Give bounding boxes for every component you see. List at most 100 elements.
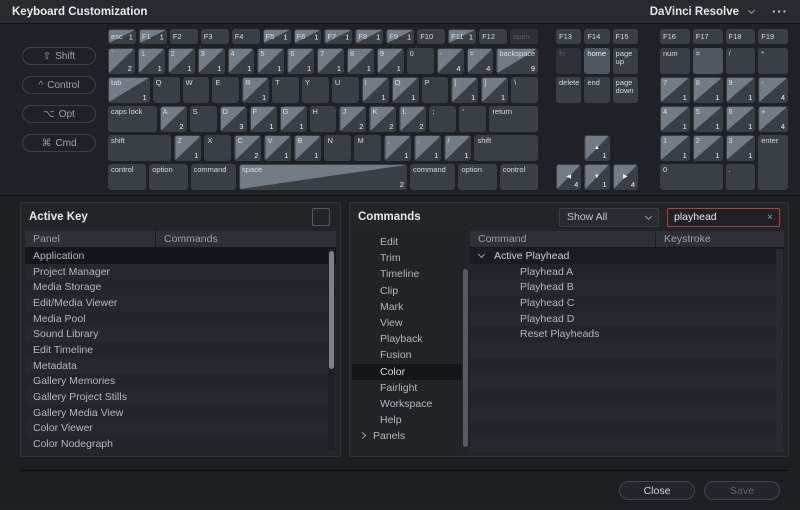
key-period[interactable]: .1 [414,135,442,161]
key-f3[interactable]: F3 [200,29,229,44]
key-f10[interactable]: F10 [417,29,446,44]
key-9[interactable]: 91 [376,48,404,74]
chevron-down-icon[interactable] [747,6,756,15]
command-row[interactable]: Playhead C [470,295,784,311]
key-quote[interactable]: ' [459,106,487,132]
key-6[interactable]: 61 [287,48,315,74]
key-f1[interactable]: F1 1 [138,29,167,44]
scrollbar-thumb[interactable] [329,251,334,369]
table-row[interactable]: Gallery Memories [25,373,336,390]
key-numpad-minus[interactable]: -4 [758,77,788,103]
category-item-trim[interactable]: Trim [352,250,462,266]
key-numpad-8[interactable]: 81 [692,77,723,103]
table-row[interactable]: Application [25,248,336,264]
key-numpad-7[interactable]: 71 [660,77,690,103]
category-item-color[interactable]: Color [352,363,462,380]
key-control-right[interactable]: control [499,164,538,190]
category-item-playback[interactable]: Playback [352,331,462,347]
key-f14[interactable]: F14 [584,29,610,44]
key-y[interactable]: Y [302,77,329,103]
key-f11[interactable]: F11 1 [448,29,477,44]
key-home[interactable]: home [584,48,610,74]
command-group-row[interactable]: Active Playhead [470,248,784,264]
key-3[interactable]: 31 [197,48,225,74]
key-backtick[interactable]: ` 2 [108,48,135,74]
modifier-button-shift[interactable]: ⇧ Shift [22,47,96,65]
commands-scrollbar[interactable] [776,249,783,451]
key-command-right[interactable]: command [409,164,456,190]
category-item-timeline[interactable]: Timeline [352,266,462,282]
key-f13[interactable]: F13 [556,29,582,44]
key-r[interactable]: R1 [242,77,270,103]
key-numpad-equals[interactable]: = [692,48,723,74]
key-right-arrow[interactable]: ▶ 4 [612,164,638,190]
key-f7[interactable]: F7 1 [324,29,353,44]
key-i[interactable]: I1 [361,77,389,103]
key-option-right[interactable]: option [458,164,497,190]
key-space[interactable]: space 2 [239,164,407,190]
column-header-panel[interactable]: Panel [25,231,156,247]
key-minus[interactable]: -4 [436,48,464,74]
key-left-arrow[interactable]: ◀ 4 [556,164,582,190]
key-enter[interactable]: enter [758,135,788,190]
category-scrollbar[interactable] [462,231,470,452]
command-row[interactable]: Playhead D [470,310,784,327]
modifier-button-control[interactable]: ^ Control [22,76,96,94]
category-item-clip[interactable]: Clip [352,283,462,299]
column-header-keystroke[interactable]: Keystroke [656,233,784,245]
command-row[interactable]: Reset Playheads [470,326,784,343]
key-d[interactable]: D3 [219,106,247,132]
key-numpad-5[interactable]: 51 [692,106,723,132]
key-numpad-2[interactable]: 21 [692,135,723,161]
key-0[interactable]: 0 [406,48,434,74]
key-f17[interactable]: F17 [692,29,723,44]
table-row[interactable]: Gallery Media View [25,404,336,421]
category-item-mark[interactable]: Mark [352,299,462,315]
key-numpad-0[interactable]: 0 [660,164,723,190]
table-row[interactable]: Project Manager [25,263,336,280]
key-numpad-slash[interactable]: / [725,48,756,74]
key-numpad-4[interactable]: 41 [660,106,690,132]
key-control[interactable]: control [108,164,147,190]
table-row[interactable]: Color Nodegraph [25,436,336,452]
table-row[interactable]: Media Pool [25,310,336,327]
key-t[interactable]: T [272,77,300,103]
key-semicolon[interactable]: ; [429,106,457,132]
key-bracket-left[interactable]: [1 [451,77,479,103]
key-n[interactable]: N [324,135,352,161]
key-e[interactable]: E [212,77,240,103]
clear-search-icon[interactable]: × [767,212,773,223]
key-command[interactable]: command [190,164,237,190]
key-2[interactable]: 21 [167,48,195,74]
key-f9[interactable]: F9 1 [386,29,415,44]
key-j[interactable]: J2 [339,106,367,132]
category-item-fusion[interactable]: Fusion [352,347,462,363]
category-item-help[interactable]: Help [352,412,462,428]
table-row[interactable]: Edit Timeline [25,342,336,358]
key-numpad-3[interactable]: 31 [725,135,756,161]
category-item-panels[interactable]: Panels [352,428,462,444]
key-tab[interactable]: tab 1 [108,77,150,103]
key-f5[interactable]: F5 1 [262,29,291,44]
key-f2[interactable]: F2 [169,29,198,44]
key-f6[interactable]: F6 1 [293,29,322,44]
key-shift[interactable]: shift [108,135,172,161]
table-row[interactable]: Gallery Project Stills [25,389,336,405]
key-c[interactable]: C2 [234,135,262,161]
key-f18[interactable]: F18 [725,29,756,44]
column-header-command[interactable]: Command [470,231,656,247]
key-7[interactable]: 71 [317,48,344,74]
key-x[interactable]: X [204,135,232,161]
category-item-edit[interactable]: Edit [352,234,462,250]
key-p[interactable]: P [421,77,449,103]
key-page-up[interactable]: page up [612,48,638,74]
key-return[interactable]: return [489,106,538,132]
key-num[interactable]: num [660,48,690,74]
key-bracket-right[interactable]: ] 1 [481,77,509,103]
key-backslash[interactable]: \ [511,77,539,103]
key-b[interactable]: B1 [294,135,322,161]
key-f8[interactable]: F8 1 [355,29,384,44]
key-q[interactable]: Q [152,77,180,103]
key-caps-lock[interactable]: caps lock [108,106,157,132]
key-f15[interactable]: F15 [612,29,638,44]
